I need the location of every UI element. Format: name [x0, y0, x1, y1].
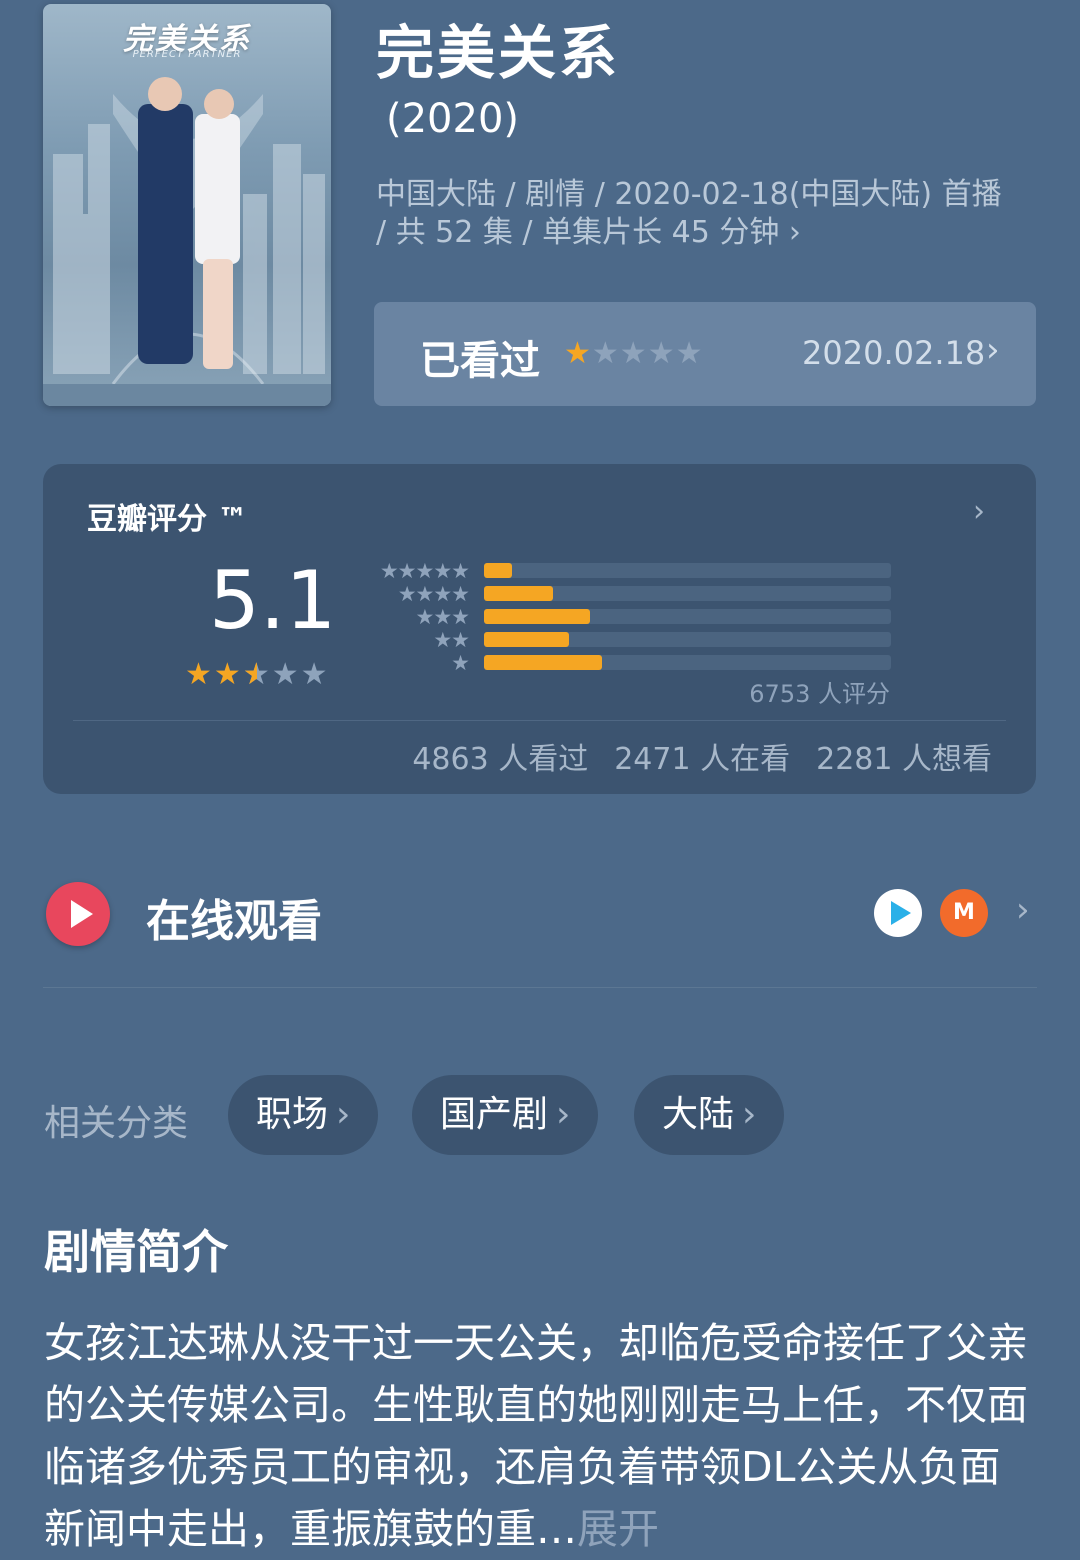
tag-workplace[interactable]: 职场 ›	[228, 1075, 379, 1155]
rating-stars: ★★★ ★★	[185, 657, 330, 692]
dist-bar-track	[484, 632, 891, 647]
star-empty-icon: ★	[271, 657, 301, 692]
watching-count[interactable]: 2471 人在看	[614, 742, 790, 777]
watched-count[interactable]: 4863 人看过	[412, 742, 588, 777]
want-count[interactable]: 2281 人想看	[816, 742, 992, 777]
rating-title: 豆瓣评分 ™	[87, 502, 248, 537]
star-empty-icon: ★	[300, 657, 330, 692]
user-rating-stars[interactable]: ★★★★★	[564, 336, 703, 371]
star-filled-icon: ★	[564, 336, 592, 371]
play-icon[interactable]	[46, 882, 110, 946]
tag-mainland[interactable]: 大陆 ›	[634, 1075, 785, 1155]
divider	[73, 720, 1006, 721]
release-year: (2020)	[386, 96, 520, 142]
dist-bar-track	[484, 655, 891, 670]
synopsis-text: 女孩江达琳从没干过一天公关，却临危受命接任了父亲的公关传媒公司。生性耿直的她刚刚…	[44, 1312, 1036, 1560]
divider	[43, 987, 1037, 988]
seen-status-card[interactable]: 已看过 ★★★★★ 2020.02.18 ›	[374, 302, 1036, 406]
poster-illustration	[43, 77, 331, 406]
rating-score: 5.1	[209, 554, 337, 647]
star-filled-icon: ★	[185, 657, 214, 692]
seen-date: 2020.02.18	[802, 334, 986, 372]
dist-stars-1: ★	[451, 651, 470, 675]
rating-count: 6753 人评分	[749, 680, 890, 708]
chevron-right-icon: ›	[556, 1094, 571, 1135]
douban-rating-card[interactable]: 豆瓣评分 ™ › 5.1 ★★★★★ ★★★★★ ★★★★ ★★★ ★★ ★ 6…	[43, 464, 1036, 794]
poster-image[interactable]: 完美关系 PERFECT PARTNER	[43, 4, 331, 406]
expand-link[interactable]: 展开	[577, 1505, 659, 1553]
page-title: 完美关系	[376, 19, 621, 87]
dist-stars-2: ★★	[433, 628, 470, 652]
dist-bar-2	[484, 632, 570, 647]
star-empty-icon: ★★★★	[591, 336, 704, 371]
dist-bar-4	[484, 586, 554, 601]
meta-info[interactable]: 中国大陆 / 剧情 / 2020-02-18(中国大陆) 首播 / 共 52 集…	[376, 176, 1016, 252]
star-half-icon: ★	[243, 657, 272, 692]
dist-bar-3	[484, 609, 590, 624]
tag-label: 国产剧	[440, 1094, 549, 1135]
dist-stars-5: ★★★★★	[379, 559, 470, 583]
chevron-right-icon: ›	[986, 330, 1000, 370]
star-filled-icon: ★	[213, 657, 243, 692]
dist-bar-track	[484, 563, 891, 578]
tencent-video-icon[interactable]	[874, 889, 922, 937]
tag-domestic-drama[interactable]: 国产剧 ›	[412, 1075, 599, 1155]
meta-text: 中国大陆 / 剧情 / 2020-02-18(中国大陆) 首播 / 共 52 集…	[376, 177, 1002, 250]
chevron-right-icon: ›	[742, 1094, 757, 1135]
chevron-right-icon: ›	[336, 1094, 351, 1135]
dist-bar-5	[484, 563, 513, 578]
tag-label: 大陆	[662, 1094, 735, 1135]
dist-stars-4: ★★★★	[397, 582, 470, 606]
mango-tv-icon[interactable]: M	[940, 889, 988, 937]
chevron-right-icon: ›	[788, 215, 801, 250]
tag-label: 职场	[256, 1094, 329, 1135]
online-watch-label[interactable]: 在线观看	[146, 885, 322, 949]
expand-spacer: …	[536, 1505, 577, 1553]
dist-bar-track	[484, 609, 891, 624]
chevron-right-icon: ›	[973, 494, 985, 529]
dist-bar-1	[484, 655, 603, 670]
related-label: 相关分类	[44, 1103, 189, 1144]
chevron-right-icon[interactable]: ›	[1016, 890, 1030, 930]
dist-stars-3: ★★★	[415, 605, 470, 629]
dist-bar-track	[484, 586, 891, 601]
synopsis-title: 剧情简介	[44, 1225, 228, 1279]
seen-label: 已看过	[420, 338, 540, 384]
audience-stats: 4863 人看过 2471 人在看 2281 人想看	[386, 734, 992, 778]
